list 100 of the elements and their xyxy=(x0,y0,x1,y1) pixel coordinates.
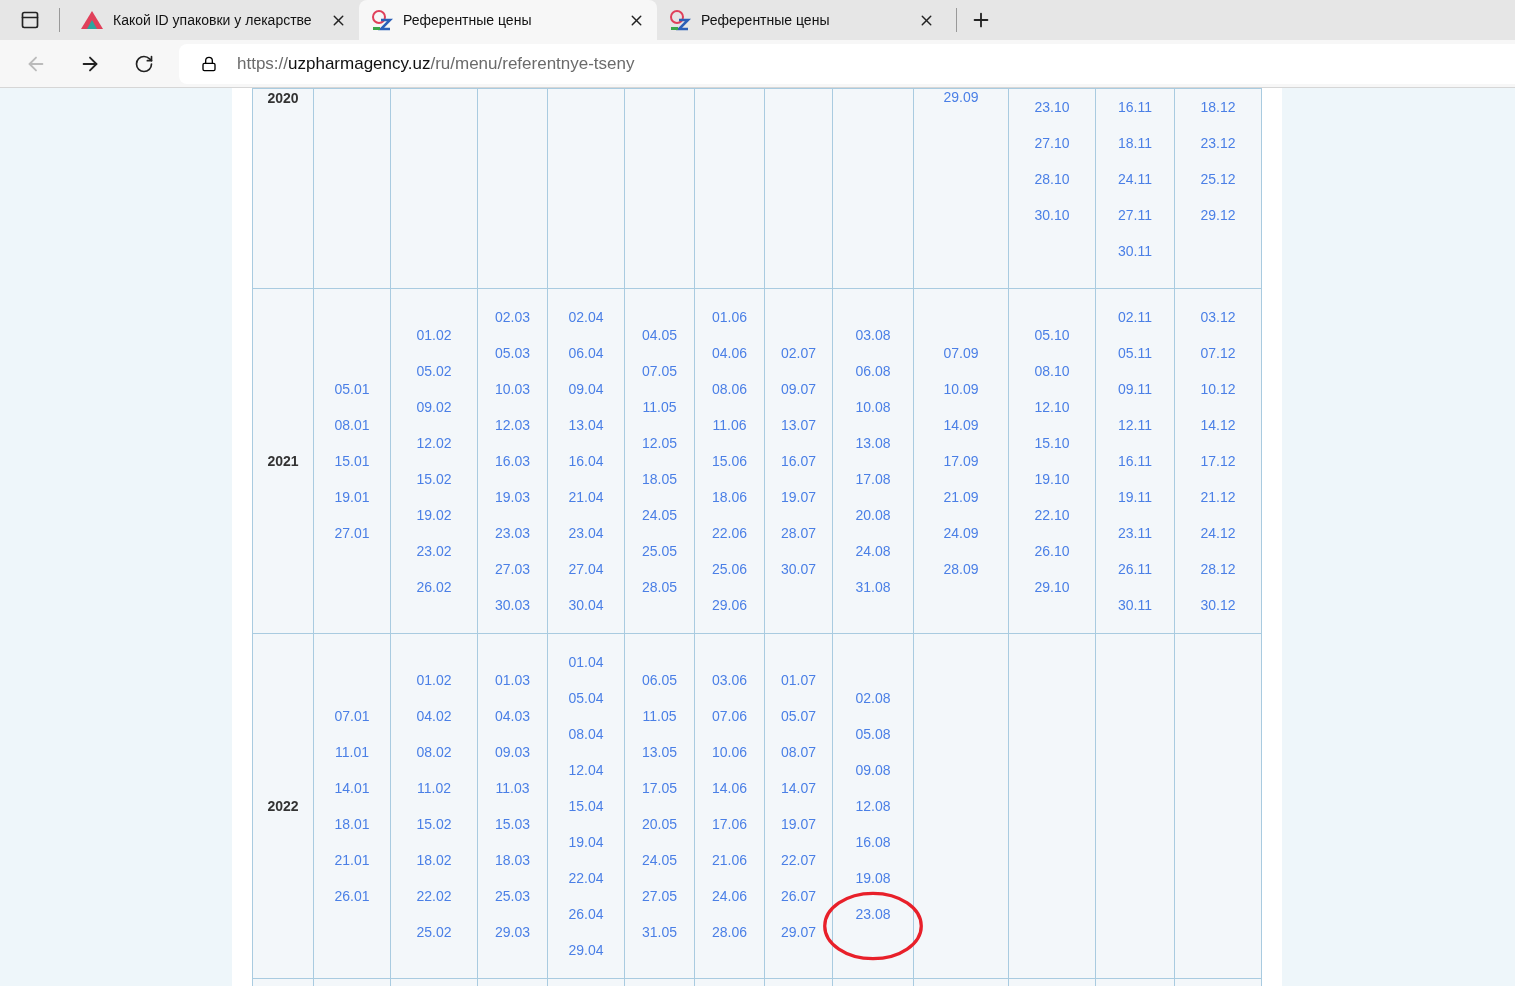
date-link[interactable]: 17.12 xyxy=(1200,443,1236,479)
date-link[interactable]: 26.10 xyxy=(1034,533,1070,569)
date-link[interactable]: 01.04 xyxy=(568,644,604,680)
date-link[interactable]: 30.04 xyxy=(568,587,604,623)
date-link[interactable]: 22.04 xyxy=(568,860,604,896)
date-link[interactable]: 08.01 xyxy=(334,407,370,443)
date-link[interactable]: 26.07 xyxy=(780,878,816,914)
date-link[interactable]: 04.02 xyxy=(416,698,452,734)
date-link[interactable]: 24.12 xyxy=(1200,515,1236,551)
date-link[interactable]: 26.11 xyxy=(1118,551,1152,587)
date-link[interactable]: 05.04 xyxy=(568,680,604,716)
date-link[interactable]: 30.07 xyxy=(780,551,816,587)
date-link[interactable]: 27.10 xyxy=(1034,125,1070,161)
date-link[interactable]: 07.12 xyxy=(1200,335,1236,371)
date-link[interactable]: 17.08 xyxy=(855,461,891,497)
date-link[interactable]: 28.12 xyxy=(1200,551,1236,587)
date-link[interactable]: 24.05 xyxy=(641,497,677,533)
date-link[interactable]: 23.12 xyxy=(1200,125,1236,161)
date-link[interactable]: 08.06 xyxy=(711,371,747,407)
date-link[interactable]: 03.08 xyxy=(855,317,891,353)
date-link[interactable]: 30.03 xyxy=(494,587,530,623)
date-link[interactable]: 14.07 xyxy=(780,770,816,806)
date-link[interactable]: 23.08 xyxy=(855,896,891,932)
date-link[interactable]: 13.05 xyxy=(641,734,677,770)
date-link[interactable]: 22.07 xyxy=(780,842,816,878)
date-link[interactable]: 04.05 xyxy=(641,317,677,353)
date-link[interactable]: 27.11 xyxy=(1118,197,1152,233)
date-link[interactable]: 27.01 xyxy=(334,515,370,551)
date-link[interactable]: 29.07 xyxy=(780,914,816,950)
browser-tab[interactable]: Референтные цены xyxy=(657,0,947,40)
date-link[interactable]: 16.03 xyxy=(494,443,530,479)
date-link[interactable]: 06.04 xyxy=(568,335,604,371)
date-link[interactable]: 10.12 xyxy=(1200,371,1236,407)
date-link[interactable]: 19.10 xyxy=(1034,461,1070,497)
browser-tab[interactable]: Референтные цены xyxy=(359,0,657,40)
date-link[interactable]: 09.07 xyxy=(780,371,816,407)
date-link[interactable]: 19.04 xyxy=(568,824,604,860)
date-link[interactable]: 24.08 xyxy=(855,533,891,569)
date-link[interactable]: 08.07 xyxy=(780,734,816,770)
date-link[interactable]: 23.11 xyxy=(1118,515,1152,551)
date-link[interactable]: 15.02 xyxy=(416,461,452,497)
date-link[interactable]: 11.01 xyxy=(335,734,369,770)
date-link[interactable]: 12.02 xyxy=(416,425,452,461)
date-link[interactable]: 18.12 xyxy=(1200,89,1236,125)
date-link[interactable]: 28.07 xyxy=(780,515,816,551)
date-link[interactable]: 19.07 xyxy=(780,479,816,515)
date-link[interactable]: 23.04 xyxy=(568,515,604,551)
date-link[interactable]: 15.02 xyxy=(416,806,452,842)
date-link[interactable]: 11.02 xyxy=(417,770,451,806)
date-link[interactable]: 21.04 xyxy=(568,479,604,515)
date-link[interactable]: 15.01 xyxy=(334,443,370,479)
date-link[interactable]: 19.03 xyxy=(494,479,530,515)
date-link[interactable]: 10.03 xyxy=(494,371,530,407)
date-link[interactable]: 30.11 xyxy=(1118,587,1152,623)
date-link[interactable]: 07.09 xyxy=(943,335,979,371)
date-link[interactable]: 13.07 xyxy=(780,407,816,443)
date-link[interactable]: 21.06 xyxy=(711,842,747,878)
date-link[interactable]: 11.03 xyxy=(495,770,530,806)
date-link[interactable]: 26.01 xyxy=(334,878,370,914)
date-link[interactable]: 02.08 xyxy=(855,680,891,716)
date-link[interactable]: 18.05 xyxy=(641,461,677,497)
date-link[interactable]: 02.03 xyxy=(494,299,530,335)
date-link[interactable]: 25.03 xyxy=(494,878,530,914)
browser-tab[interactable]: Какой ID упаковки у лекарстве xyxy=(69,0,359,40)
date-link[interactable]: 10.06 xyxy=(711,734,747,770)
date-link[interactable]: 11.06 xyxy=(712,407,747,443)
date-link[interactable]: 25.12 xyxy=(1200,161,1236,197)
date-link[interactable]: 29.04 xyxy=(568,932,604,968)
date-link[interactable]: 15.06 xyxy=(711,443,747,479)
date-link[interactable]: 23.02 xyxy=(416,533,452,569)
date-link[interactable]: 16.11 xyxy=(1118,89,1152,125)
date-link[interactable]: 16.11 xyxy=(1118,443,1152,479)
date-link[interactable]: 18.03 xyxy=(494,842,530,878)
date-link[interactable]: 12.10 xyxy=(1034,389,1070,425)
date-link[interactable]: 24.11 xyxy=(1118,161,1152,197)
date-link[interactable]: 11.05 xyxy=(642,698,677,734)
date-link[interactable]: 18.11 xyxy=(1118,125,1152,161)
date-link[interactable]: 19.08 xyxy=(855,860,891,896)
date-link[interactable]: 25.02 xyxy=(416,914,452,950)
date-link[interactable]: 13.04 xyxy=(568,407,604,443)
date-link[interactable]: 19.01 xyxy=(334,479,370,515)
date-link[interactable]: 30.12 xyxy=(1200,587,1236,623)
date-link[interactable]: 18.02 xyxy=(416,842,452,878)
date-link[interactable]: 28.10 xyxy=(1034,161,1070,197)
date-link[interactable]: 26.02 xyxy=(416,569,452,605)
date-link[interactable]: 26.04 xyxy=(568,896,604,932)
date-link[interactable]: 27.04 xyxy=(568,551,604,587)
date-link[interactable]: 05.02 xyxy=(416,353,452,389)
date-link[interactable]: 07.01 xyxy=(334,698,370,734)
date-link[interactable]: 31.08 xyxy=(855,569,891,605)
date-link[interactable]: 28.06 xyxy=(711,914,747,950)
date-link[interactable]: 01.02 xyxy=(416,317,452,353)
date-link[interactable]: 28.05 xyxy=(641,569,677,605)
date-link[interactable]: 21.12 xyxy=(1200,479,1236,515)
date-link[interactable]: 27.03 xyxy=(494,551,530,587)
date-link[interactable]: 02.11 xyxy=(1118,299,1152,335)
date-link[interactable]: 08.04 xyxy=(568,716,604,752)
date-link[interactable]: 16.04 xyxy=(568,443,604,479)
date-link[interactable]: 15.10 xyxy=(1034,425,1070,461)
date-link[interactable]: 19.07 xyxy=(780,806,816,842)
